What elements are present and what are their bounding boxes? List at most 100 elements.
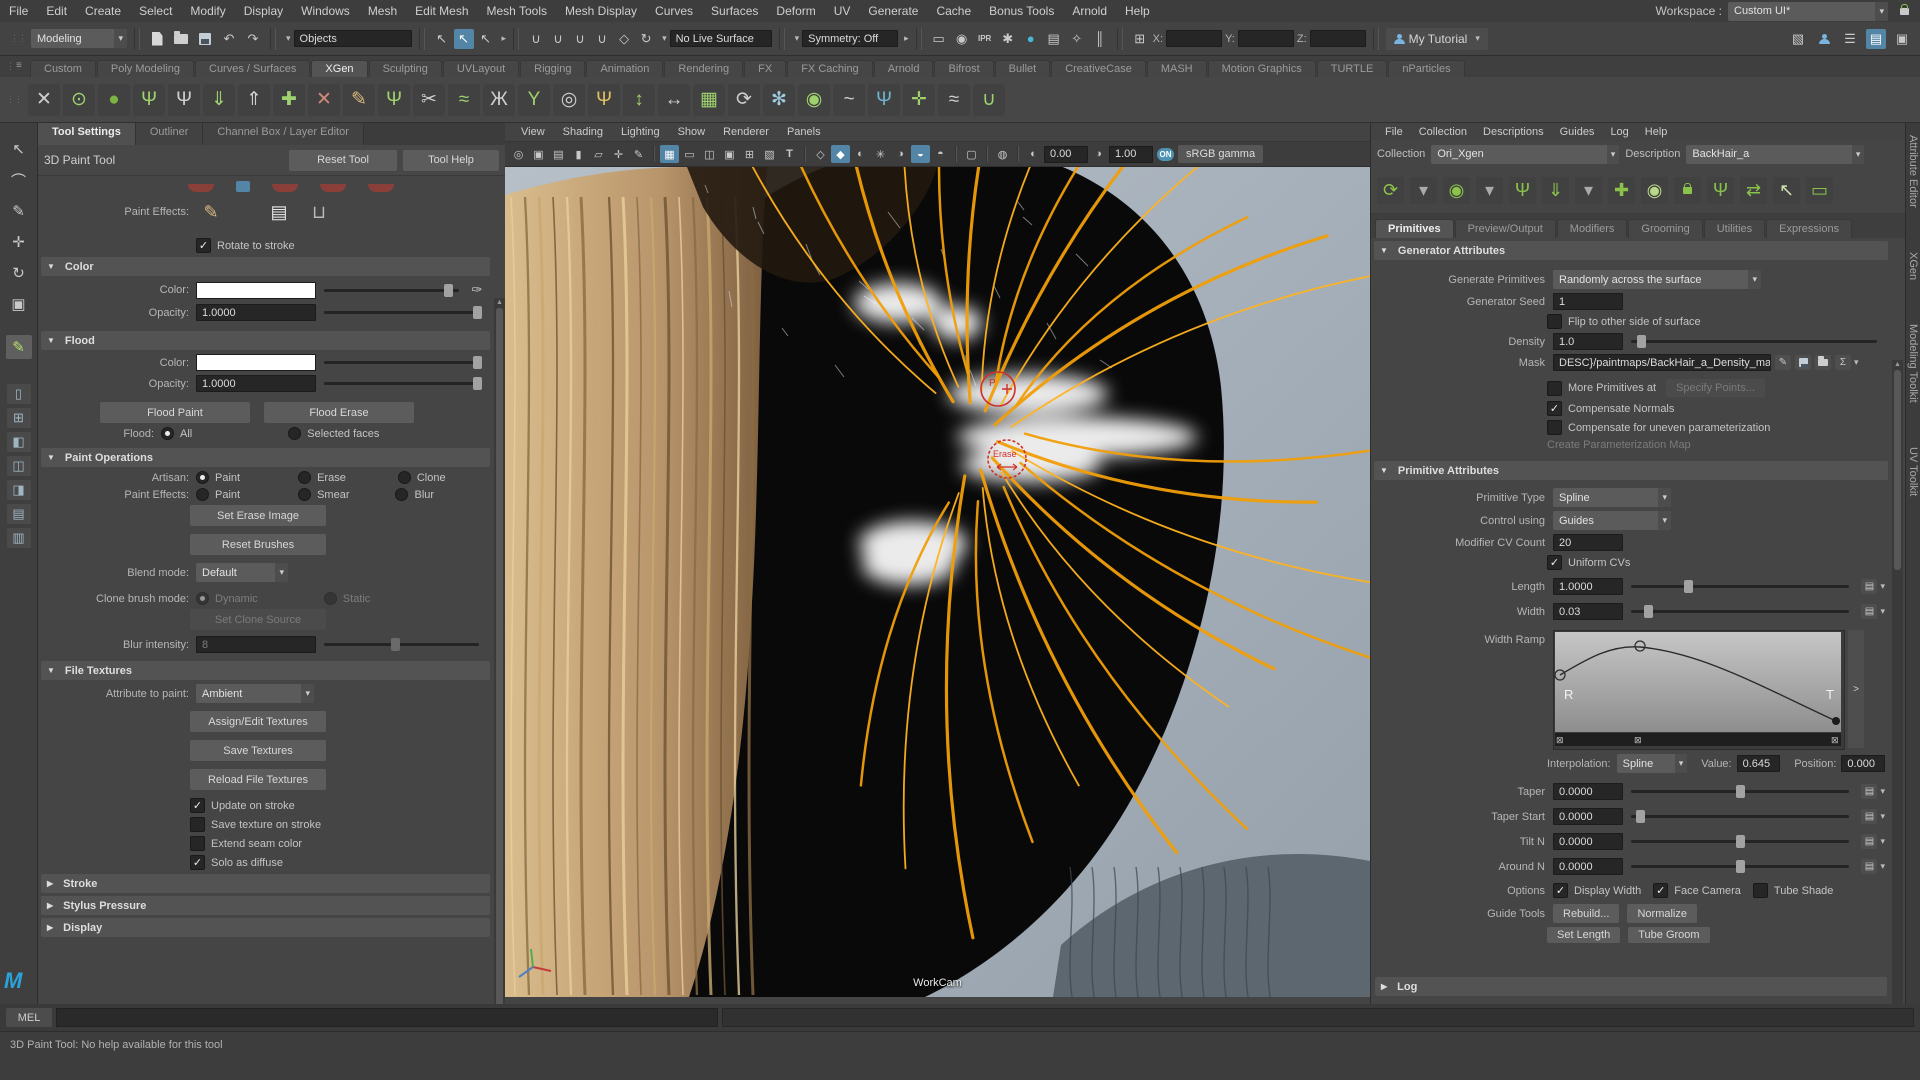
panel-tab-channel-box-layer-editor[interactable]: Channel Box / Layer Editor <box>203 123 363 145</box>
update-on-stroke-checkbox[interactable] <box>190 798 205 813</box>
menu-display[interactable]: Display <box>235 4 292 18</box>
section-stroke[interactable]: Stroke <box>41 874 490 893</box>
chevron-down-icon[interactable]: ▾ <box>1880 606 1885 617</box>
shelf-tab-fx-caching[interactable]: FX Caching <box>787 60 872 77</box>
mask-folder-icon[interactable] <box>1815 355 1831 370</box>
xgen-grab-brush-icon[interactable]: ✛ <box>903 84 935 116</box>
reset-tool-button[interactable]: Reset Tool <box>289 150 397 171</box>
chevron-down-icon[interactable]: ▾ <box>662 33 667 44</box>
snap-to-point-icon[interactable]: ∪ <box>570 29 590 49</box>
z-input[interactable] <box>1310 30 1366 47</box>
isolate-select-icon[interactable]: ▢ <box>962 145 981 163</box>
chevron-down-icon[interactable]: ▾ <box>795 33 800 44</box>
panel-tab-outliner[interactable]: Outliner <box>136 123 204 145</box>
save-textures-button[interactable]: Save Textures <box>190 740 326 761</box>
xgen-smooth-brush-icon[interactable]: ≈ <box>938 84 970 116</box>
specify-points-button[interactable]: Specify Points... <box>1666 379 1765 397</box>
xgen-preview-toggle-icon[interactable]: ◉ <box>1443 177 1470 204</box>
width-field[interactable]: 0.03 <box>1553 603 1623 620</box>
command-result[interactable] <box>722 1008 1914 1027</box>
mask-field[interactable]: DESC}/paintmaps/BackHair_a_Density_mask <box>1553 354 1771 371</box>
pause-viewport-icon[interactable]: ║ <box>1090 29 1110 49</box>
side-tab-xgen[interactable]: XGen <box>1907 252 1919 280</box>
shelf-tab-uvlayout[interactable]: UVLayout <box>443 60 519 77</box>
set-clone-source-button[interactable]: Set Clone Source <box>190 609 326 630</box>
taper-start-field[interactable]: 0.0000 <box>1553 808 1623 825</box>
section-generator-attributes[interactable]: Generator Attributes <box>1374 241 1888 260</box>
flood-paint-button[interactable]: Flood Paint <box>100 402 250 423</box>
chevron-down-icon[interactable]: ▾ <box>286 33 291 44</box>
xgen-preview-refresh-icon[interactable]: ⟳ <box>1377 177 1404 204</box>
redo-icon[interactable]: ↷ <box>243 29 263 49</box>
flood-color-swatch[interactable] <box>196 354 316 371</box>
use-all-lights-icon[interactable]: ✳ <box>871 145 890 163</box>
section-file-textures[interactable]: File Textures <box>41 661 490 680</box>
grease-pencil-icon[interactable]: ✎ <box>629 145 648 163</box>
around-n-field[interactable]: 0.0000 <box>1553 858 1623 875</box>
mask-expression-icon[interactable]: Σ <box>1835 355 1851 370</box>
gamma-field[interactable]: 1.00 <box>1109 146 1153 163</box>
rotate-tool-icon[interactable]: ↻ <box>6 261 32 285</box>
workspace-lock-icon[interactable] <box>1894 1 1914 21</box>
taper-start-map-icon[interactable]: ▤ <box>1861 809 1877 824</box>
gamma-icon[interactable]: ◑ <box>1089 145 1108 163</box>
xgen-description-editor-icon[interactable]: ✕ <box>28 84 60 116</box>
flood-opacity-slider[interactable] <box>324 382 479 385</box>
log-section[interactable]: Log <box>1371 977 1891 996</box>
symmetry-field[interactable]: Symmetry: Off <box>802 30 898 47</box>
taper-slider[interactable] <box>1631 790 1849 793</box>
chevron-down-icon[interactable]: ▾ <box>1880 786 1885 797</box>
menu-arnold[interactable]: Arnold <box>1063 4 1116 18</box>
flood-erase-button[interactable]: Flood Erase <box>264 402 414 423</box>
layout-persp-outliner-icon[interactable]: ◧ <box>7 432 31 452</box>
around-n-map-icon[interactable]: ▤ <box>1861 859 1877 874</box>
uniform-cvs-checkbox[interactable] <box>1547 555 1562 570</box>
brush-profile-selected[interactable] <box>236 181 250 192</box>
chevron-right-icon[interactable]: ▸ <box>502 33 507 44</box>
attribute-editor-toggle-icon[interactable]: ▤ <box>1866 29 1886 49</box>
character-controls-toggle-icon[interactable] <box>1814 29 1834 49</box>
clone-dynamic-radio[interactable] <box>196 592 209 605</box>
xgen-noise-icon[interactable]: ≈ <box>448 84 480 116</box>
xgen-sculpt-guide-icon[interactable]: ✎ <box>343 84 375 116</box>
shelf-tab-bifrost[interactable]: Bifrost <box>934 60 993 77</box>
image-plane-icon[interactable]: ▱ <box>589 145 608 163</box>
xgen-tab-utilities[interactable]: Utilities <box>1704 219 1765 238</box>
xgen-menu-log[interactable]: Log <box>1602 126 1636 138</box>
mask-save-icon[interactable] <box>1795 355 1811 370</box>
viewport-menu-view[interactable]: View <box>513 126 553 138</box>
layout-hypershade-persp-icon[interactable]: ▤ <box>7 504 31 524</box>
taper-map-icon[interactable]: ▤ <box>1861 784 1877 799</box>
width-ramp-widget[interactable]: R T ⊠⊠⊠ <box>1553 630 1845 750</box>
density-slider[interactable] <box>1631 340 1877 343</box>
xgen-refresh-preview-icon[interactable]: ⟳ <box>728 84 760 116</box>
section-stylus-pressure[interactable]: Stylus Pressure <box>41 896 490 915</box>
length-field[interactable]: 1.0000 <box>1553 578 1623 595</box>
taper-start-slider[interactable] <box>1631 815 1849 818</box>
xgen-to-curves-icon[interactable]: ~ <box>833 84 865 116</box>
tilt-n-slider[interactable] <box>1631 840 1849 843</box>
interpolation-select[interactable]: Spline <box>1617 754 1688 773</box>
shelf-tab-xgen[interactable]: XGen <box>311 60 367 77</box>
xgen-part-icon[interactable]: Y <box>518 84 550 116</box>
color-management-toggle[interactable]: ON <box>1157 148 1174 161</box>
xgen-freeze-icon[interactable]: ✻ <box>763 84 795 116</box>
menu-mesh-tools[interactable]: Mesh Tools <box>478 4 556 18</box>
layout-three-split-icon[interactable]: ◨ <box>7 480 31 500</box>
textured-mode-icon[interactable]: ◐ <box>851 145 870 163</box>
viewport-menu-shading[interactable]: Shading <box>555 126 611 138</box>
reload-file-textures-button[interactable]: Reload File Textures <box>190 769 326 790</box>
workspace-select[interactable]: Custom UI* <box>1728 2 1888 21</box>
command-language-toggle[interactable]: MEL <box>6 1008 52 1027</box>
shelf-tab-nparticles[interactable]: nParticles <box>1388 60 1464 77</box>
color-swatch[interactable] <box>196 282 316 299</box>
section-paint-operations[interactable]: Paint Operations <box>41 448 490 467</box>
xray-icon[interactable]: ◍ <box>993 145 1012 163</box>
menu-surfaces[interactable]: Surfaces <box>702 4 767 18</box>
section-color[interactable]: Color <box>41 257 490 276</box>
set-erase-image-button[interactable]: Set Erase Image <box>190 505 326 526</box>
save-texture-on-stroke-checkbox[interactable] <box>190 817 205 832</box>
menu-generate[interactable]: Generate <box>859 4 927 18</box>
field-chart-icon[interactable]: ⊞ <box>740 145 759 163</box>
viewport-menu-lighting[interactable]: Lighting <box>613 126 668 138</box>
